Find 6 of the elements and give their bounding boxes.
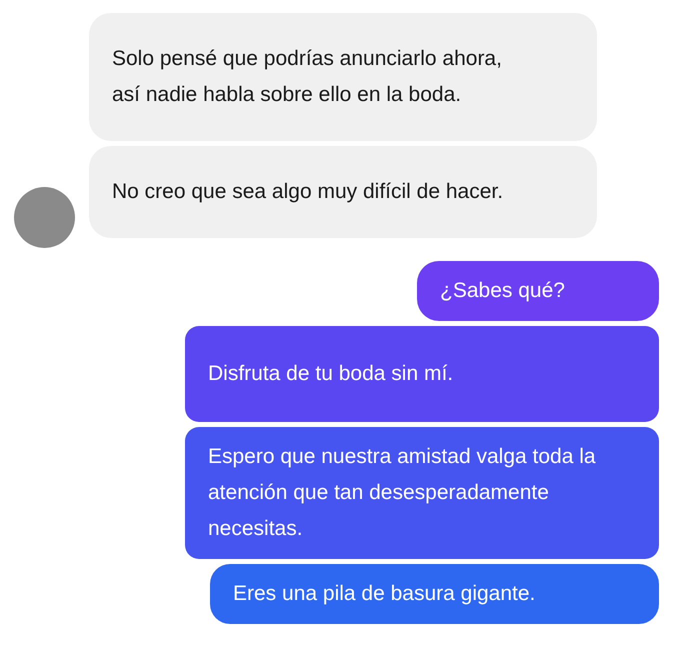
message-bubble: Disfruta de tu boda sin mí.: [185, 326, 659, 422]
message-bubble: ¿Sabes qué?: [417, 261, 659, 321]
message-bubble: Eres una pila de basura gigante.: [210, 564, 659, 624]
message-bubble: Espero que nuestra amistad valga toda la atención que tan desesperadamente necesitas.: [185, 427, 659, 559]
message-bubble: No creo que sea algo muy difícil de hacer.: [89, 146, 597, 238]
message-bubble: Solo pensé que podrías anunciarlo ahora, así nadie habla sobre ello en la boda.: [89, 13, 597, 141]
